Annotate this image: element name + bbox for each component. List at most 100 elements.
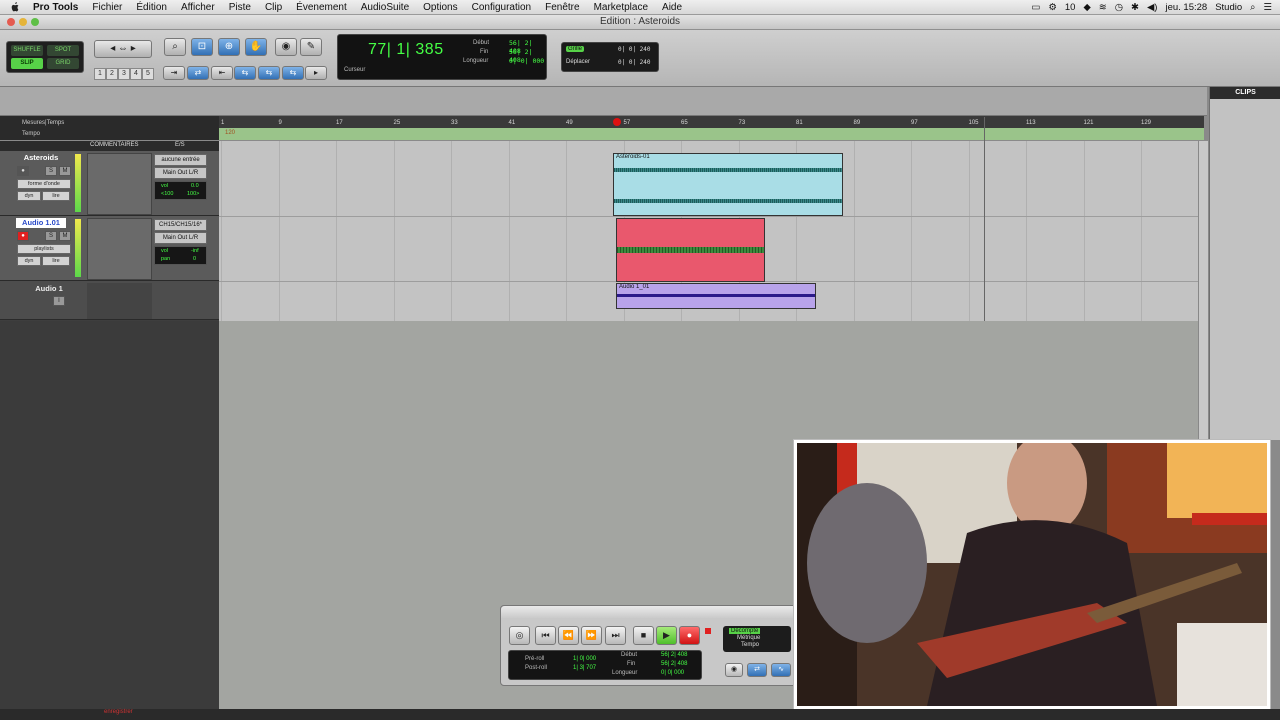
main-counter-value[interactable]: 77| 1| 385 [368, 41, 444, 59]
track-comments-field[interactable] [87, 218, 152, 280]
solo-button[interactable]: S [45, 166, 57, 176]
record-arm-button[interactable]: ● [17, 231, 29, 241]
pan-value[interactable]: 0 [193, 256, 196, 262]
zoom-preset-1[interactable]: 1 [94, 68, 106, 80]
mute-button[interactable]: M [59, 231, 71, 241]
metronome-click-icon[interactable]: ◉ [725, 663, 743, 677]
menu-clock[interactable]: jeu. 15:28 [1165, 2, 1207, 13]
menu-fichier[interactable]: Fichier [85, 2, 129, 13]
automation-mode-selector[interactable]: lire [42, 191, 70, 201]
stop-icon[interactable]: ■ [633, 626, 654, 645]
main-counter[interactable]: 77| 1| 385 Curseur Début Fin Longueur 56… [337, 34, 547, 80]
track-view-selector[interactable]: playlists [17, 244, 71, 254]
clip-name[interactable]: Asteroids-01 [616, 154, 650, 160]
track-audio-1-01[interactable]: Audio 1.01 ● S M playlists dyn lire CH15… [0, 216, 219, 281]
tab-to-transient-icon[interactable]: ⇥ [163, 66, 185, 80]
tempo-ruler[interactable]: 120 [219, 128, 1204, 140]
close-window-button[interactable] [7, 18, 15, 26]
zoom-window-button[interactable] [31, 18, 39, 26]
menu-configuration[interactable]: Configuration [465, 2, 538, 13]
bluetooth-icon[interactable]: ✱ [1131, 2, 1139, 13]
tempo-value[interactable]: 120 [225, 130, 235, 136]
transport-end-value[interactable]: 56| 2| 408 [661, 661, 687, 667]
meter-label[interactable]: Métrique [737, 635, 760, 641]
zoom-preset-4[interactable]: 4 [130, 68, 142, 80]
mirror-midi-icon[interactable]: ⇆ [258, 66, 280, 80]
online-button-icon[interactable]: ◎ [509, 626, 530, 645]
status-number[interactable]: 10 [1065, 2, 1076, 13]
track-name[interactable]: Asteroids [16, 153, 66, 163]
edit-timeline[interactable]: Asteroids-01 Audio 1_01 [219, 141, 1199, 321]
notification-list-icon[interactable]: ☰ [1263, 2, 1272, 13]
clip-name[interactable]: Audio 1_01 [619, 284, 649, 290]
display-icon[interactable]: ▭ [1031, 2, 1040, 13]
midi-merge-icon[interactable]: ⇄ [747, 663, 767, 677]
mode-slip-button[interactable]: SLIP [11, 58, 43, 69]
volume-pan-indicator[interactable]: vol -inf pan 0 [154, 246, 207, 265]
apple-icon[interactable] [10, 1, 20, 13]
automation-mode-selector[interactable]: lire [42, 256, 70, 266]
scrubber-tool-icon[interactable]: ◉ [275, 38, 297, 56]
output-selector[interactable]: Main Out L/R [154, 167, 207, 179]
track-comments-field[interactable] [87, 153, 152, 215]
insertion-follows-playback-icon[interactable]: ⇆ [234, 66, 256, 80]
dropbox-icon[interactable]: ◆ [1083, 2, 1090, 13]
bars-beats-ruler[interactable]: 1 9 17 25 33 41 49 57 65 73 81 89 97 105 113 121 129 [219, 116, 1204, 128]
zoom-preset-3[interactable]: 3 [118, 68, 130, 80]
fast-forward-icon[interactable]: ⏩ [581, 626, 602, 645]
output-selector[interactable]: Main Out L/R [154, 232, 207, 244]
nudge-value[interactable]: 0| 0| 240 [618, 59, 651, 66]
pan-right-value[interactable]: 100> [187, 191, 199, 197]
nudge-button[interactable]: Déplacer [566, 59, 590, 65]
playhead-marker[interactable] [613, 118, 621, 126]
track-asteroids[interactable]: Asteroids ● S M forme d'onde dyn lire au… [0, 151, 219, 216]
track-audio-1[interactable]: Audio 1 I [0, 281, 219, 320]
menu-fenetre[interactable]: Fenêtre [538, 2, 586, 13]
selector-tool-icon[interactable]: ⊕ [218, 38, 240, 56]
menu-app-name[interactable]: Pro Tools [26, 2, 85, 13]
volume-pan-indicator[interactable]: vol 0.0 <100 100> [154, 181, 207, 200]
menu-evenement[interactable]: Évenement [289, 2, 354, 13]
tempo-ruler-label[interactable]: Tempo [22, 131, 40, 137]
minimize-window-button[interactable] [19, 18, 27, 26]
input-selector[interactable]: CH15/CH15/16* [154, 219, 207, 231]
clock-icon[interactable]: ◷ [1115, 2, 1123, 13]
volume-icon[interactable]: ◀) [1147, 2, 1157, 13]
clip-list-title[interactable]: CLIPS [1210, 87, 1280, 99]
pencil-tool-icon[interactable]: ✎ [300, 38, 322, 56]
link-track-icon[interactable]: ⇤ [211, 66, 233, 80]
vertical-scrollbar[interactable] [1198, 141, 1208, 440]
track-dyn-button[interactable]: dyn [17, 256, 41, 266]
record-icon[interactable]: ● [679, 626, 700, 645]
menu-clip[interactable]: Clip [258, 2, 289, 13]
track-dyn-button[interactable]: dyn [17, 191, 41, 201]
length-value[interactable]: 0| 0| 000 [509, 57, 544, 65]
play-icon[interactable]: ▶ [656, 626, 677, 645]
gear-icon[interactable]: ⚙ [1048, 2, 1057, 13]
grabber-tool-icon[interactable]: ✋ [245, 38, 267, 56]
zoom-toggle-button[interactable]: ◂ ⇔ ▸ [94, 40, 152, 58]
zoom-preset-2[interactable]: 2 [106, 68, 118, 80]
countoff-button[interactable]: Décompte [729, 628, 761, 634]
mode-spot-button[interactable]: SPOT [47, 45, 79, 56]
clip-recording[interactable] [616, 218, 765, 282]
track-name[interactable]: Audio 1.01 [16, 218, 66, 228]
zoomer-tool-icon[interactable]: ⌕ [164, 38, 186, 56]
menu-options[interactable]: Options [416, 2, 464, 13]
mute-button[interactable]: M [59, 166, 71, 176]
track-input-monitor-button[interactable]: I [53, 296, 65, 306]
menu-marketplace[interactable]: Marketplace [587, 2, 655, 13]
menu-edition[interactable]: Édition [129, 2, 174, 13]
menu-afficher[interactable]: Afficher [174, 2, 222, 13]
trimmer-tool-icon[interactable]: ⊡ [191, 38, 213, 56]
clip-asteroids[interactable]: Asteroids-01 [613, 153, 843, 216]
grid-button[interactable]: Grille [566, 46, 585, 52]
menu-user[interactable]: Studio [1215, 2, 1242, 13]
preroll-label[interactable]: Pré-roll [525, 656, 544, 662]
automation-follows-edit-icon[interactable]: ⇆ [282, 66, 304, 80]
pan-left-value[interactable]: <100 [161, 191, 173, 197]
volume-value[interactable]: -inf [191, 248, 199, 254]
track-view-selector[interactable]: forme d'onde [17, 179, 71, 189]
spotlight-search-icon[interactable]: ⌕ [1250, 2, 1255, 13]
tempo-ruler-enable-icon[interactable]: ∿ [771, 663, 791, 677]
